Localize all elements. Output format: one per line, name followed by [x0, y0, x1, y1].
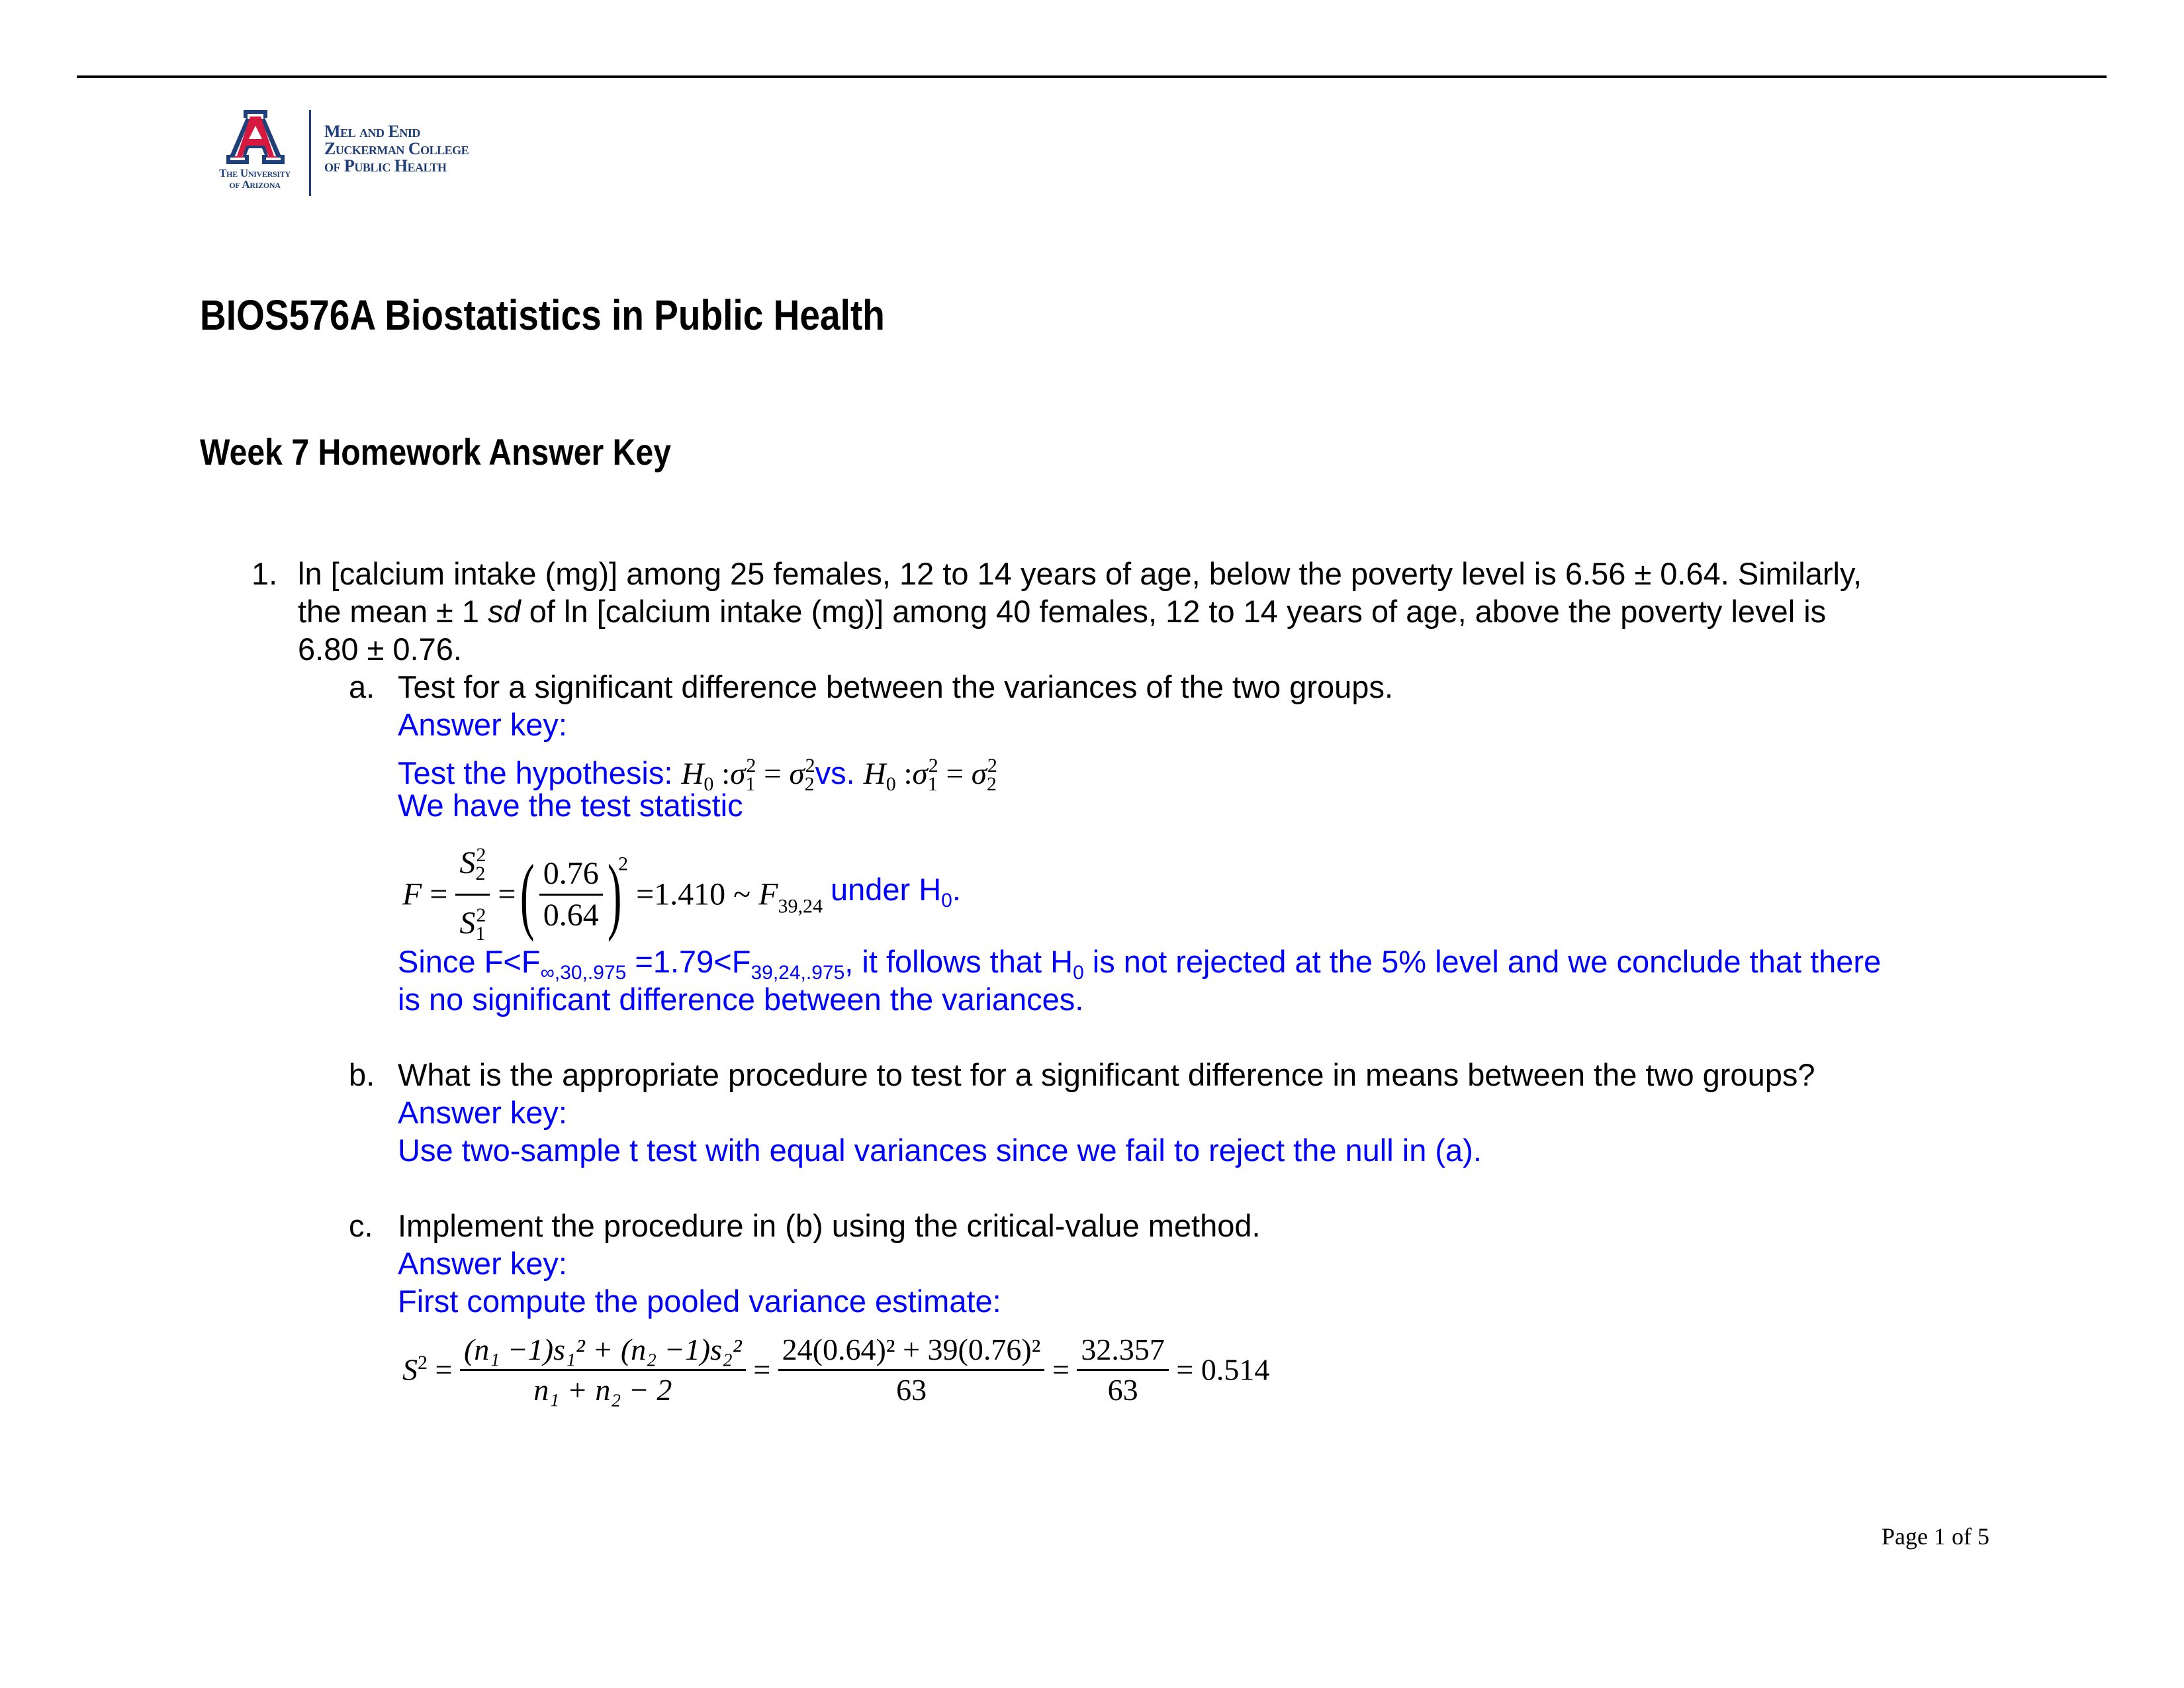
pooled-substitution-fraction: 24(0.64)² + 39(0.76)² 63: [778, 1331, 1045, 1409]
question-text-line1: ln [calcium intake (mg)] among 25 female…: [298, 556, 1862, 591]
part-c-label: c.: [349, 1208, 373, 1243]
part-a-answer-key-label: Answer key:: [398, 707, 567, 742]
f-statistic-formula: F = S22 S12 = ( 0.76 0.64 )2 =1.410 ~ F3…: [402, 835, 961, 954]
part-a-question: Test for a significant difference betwee…: [398, 669, 1393, 704]
question-text-line2: the mean ± 1 sd of ln [calcium intake (m…: [298, 594, 1827, 629]
arizona-a-logo-icon: [226, 110, 285, 164]
hypothesis-alt-formula: H0 :σ12 = σ22: [863, 755, 997, 795]
document-subtitle: Week 7 Homework Answer Key: [200, 431, 671, 473]
part-c-pooled-intro: First compute the pooled variance estima…: [398, 1284, 1001, 1319]
pooled-sum-fraction: 32.357 63: [1077, 1331, 1169, 1409]
header-rule: [77, 75, 2107, 78]
college-name: Mel and Enid Zuckerman College of Public…: [324, 122, 469, 175]
page-number: Page 1 of 5: [1882, 1523, 1989, 1550]
logo-divider: [309, 110, 311, 196]
part-b-answer-key-label: Answer key:: [398, 1095, 567, 1130]
variance-ratio-fraction: S22 S12: [455, 835, 490, 954]
university-name: The University of Arizona: [219, 167, 291, 191]
question-number: 1.: [251, 556, 278, 591]
part-a-label: a.: [349, 669, 375, 704]
question-text-line3: 6.80 ± 0.76.: [298, 632, 462, 667]
part-b-answer: Use two-sample t test with equal varianc…: [398, 1133, 1482, 1168]
course-title: BIOS576A Biostatistics in Public Health: [200, 291, 885, 339]
part-c-question: Implement the procedure in (b) using the…: [398, 1208, 1261, 1243]
pooled-formula-fraction: (n₁ −1)s₁² + (n₂ −1)s₂² n₁ + n₂ − 2: [459, 1331, 746, 1409]
part-c-answer-key-label: Answer key:: [398, 1246, 567, 1281]
university-logo: The University of Arizona Mel and Enid Z…: [205, 106, 523, 202]
part-b-question: What is the appropriate procedure to tes…: [398, 1057, 1815, 1092]
part-b-label: b.: [349, 1057, 375, 1092]
sd-ratio-fraction: 0.76 0.64: [539, 854, 603, 935]
part-a-test-stat-intro: We have the test statistic: [398, 788, 743, 823]
pooled-variance-formula: S2 = (n₁ −1)s₁² + (n₂ −1)s₂² n₁ + n₂ − 2…: [402, 1331, 1269, 1409]
part-a-conclusion-line2: is no significant difference between the…: [398, 982, 1084, 1017]
